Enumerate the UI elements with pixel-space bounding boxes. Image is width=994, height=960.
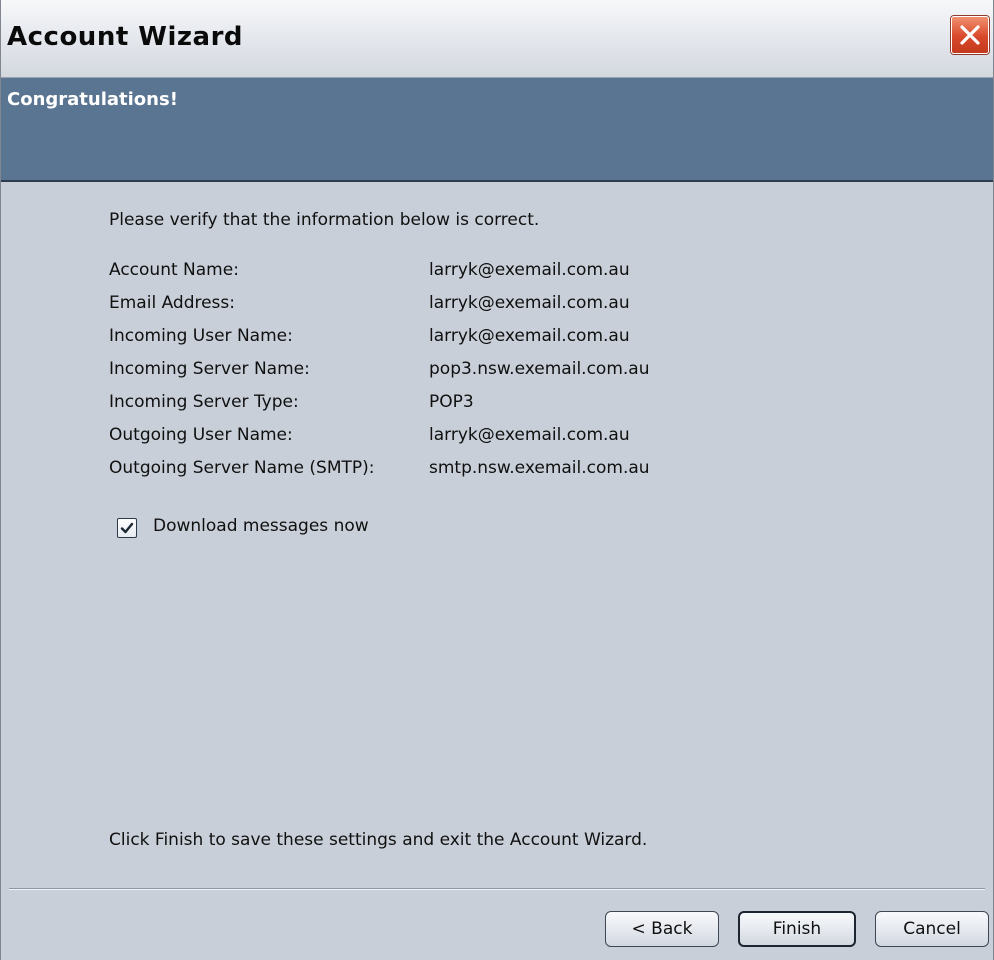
info-value: smtp.nsw.exemail.com.au (429, 458, 650, 478)
info-value: larryk@exemail.com.au (429, 260, 630, 280)
window-title: Account Wizard (7, 22, 244, 52)
back-button[interactable]: < Back (605, 911, 719, 947)
finish-instructions: Click Finish to save these settings and … (109, 830, 648, 850)
info-value: larryk@exemail.com.au (429, 326, 630, 346)
divider (9, 888, 985, 890)
info-label: Email Address: (109, 293, 235, 313)
download-messages-label[interactable]: Download messages now (153, 516, 369, 536)
intro-text: Please verify that the information below… (109, 210, 540, 230)
cancel-button[interactable]: Cancel (875, 911, 989, 947)
info-label: Incoming Server Name: (109, 359, 310, 379)
info-label: Incoming Server Type: (109, 392, 299, 412)
close-button[interactable] (951, 16, 989, 54)
header-banner: Congratulations! (1, 78, 993, 182)
info-value: POP3 (429, 392, 474, 412)
info-value: larryk@exemail.com.au (429, 425, 630, 445)
checkmark-icon (120, 522, 134, 534)
info-label: Outgoing Server Name (SMTP): (109, 458, 375, 478)
banner-title: Congratulations! (7, 89, 178, 110)
download-messages-checkbox[interactable] (117, 518, 137, 538)
account-wizard-window: Account Wizard Congratulations! Please v… (0, 0, 994, 960)
finish-button[interactable]: Finish (738, 911, 856, 947)
info-label: Incoming User Name: (109, 326, 293, 346)
close-icon (960, 25, 980, 45)
info-value: pop3.nsw.exemail.com.au (429, 359, 650, 379)
info-value: larryk@exemail.com.au (429, 293, 630, 313)
title-bar[interactable]: Account Wizard (1, 0, 993, 78)
info-label: Outgoing User Name: (109, 425, 293, 445)
wizard-content: Please verify that the information below… (1, 182, 993, 960)
info-label: Account Name: (109, 260, 239, 280)
